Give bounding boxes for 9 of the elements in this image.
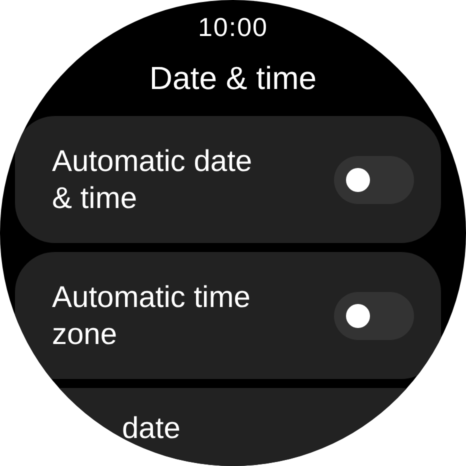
screen-title: Date & time: [149, 60, 317, 97]
settings-card[interactable]: Automatic date & time: [15, 116, 441, 243]
setting-label: date: [121, 411, 182, 447]
setting-label: Automatic date & time: [52, 144, 254, 216]
setting-label: Automatic time zone: [52, 280, 252, 352]
toggle-switch[interactable]: [334, 156, 414, 204]
toggle-switch[interactable]: [334, 292, 414, 340]
settings-card[interactable]: Automatic time zone: [15, 252, 441, 379]
status-time: 10:00: [198, 12, 268, 43]
